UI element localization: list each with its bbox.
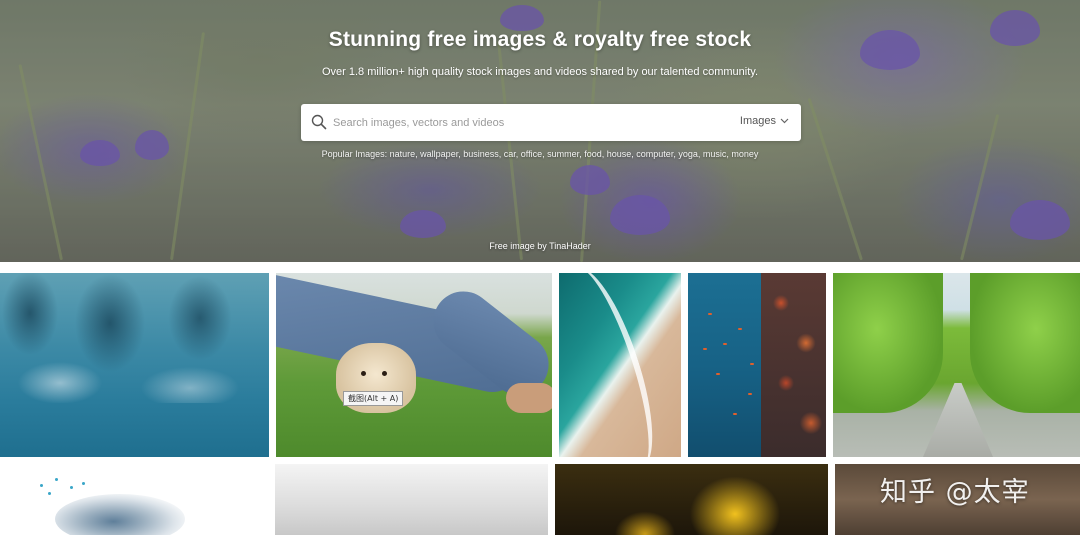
puppy-eye bbox=[361, 371, 366, 376]
tree-canopy bbox=[970, 273, 1080, 413]
wave-foam bbox=[559, 273, 670, 457]
tag-link[interactable]: wallpaper bbox=[420, 149, 458, 159]
tag-link[interactable]: business bbox=[463, 149, 499, 159]
tag-link[interactable]: food bbox=[584, 149, 602, 159]
foot bbox=[506, 383, 552, 413]
search-bar: Images bbox=[301, 104, 801, 141]
image-credit[interactable]: Free image by TinaHader bbox=[0, 241, 1080, 251]
zhihu-watermark: 知乎 @太宰 bbox=[880, 477, 1030, 508]
hero-banner: Stunning free images & royalty free stoc… bbox=[0, 0, 1080, 262]
tag-link[interactable]: music bbox=[703, 149, 727, 159]
image-tile-puppy[interactable]: 截图(Alt + A) bbox=[276, 273, 552, 457]
hero-title: Stunning free images & royalty free stoc… bbox=[328, 28, 752, 51]
chevron-down-icon bbox=[780, 118, 789, 124]
paint-splash bbox=[70, 486, 73, 489]
fish bbox=[750, 363, 754, 365]
paint-splash bbox=[48, 492, 51, 495]
popular-label: Popular Images: bbox=[321, 149, 388, 159]
paint-splash bbox=[40, 484, 43, 487]
media-type-dropdown[interactable]: Images bbox=[740, 115, 789, 127]
image-tile-reef[interactable] bbox=[688, 273, 826, 457]
pool-reflection bbox=[0, 273, 269, 403]
fish bbox=[733, 413, 737, 415]
tag-link[interactable]: car bbox=[504, 149, 516, 159]
paint-splash bbox=[82, 482, 85, 485]
tag-link[interactable]: computer bbox=[636, 149, 673, 159]
road bbox=[923, 383, 993, 457]
hero-subtitle: Over 1.8 million+ high quality stock ima… bbox=[321, 66, 759, 78]
fish bbox=[716, 373, 720, 375]
image-tile-road[interactable] bbox=[833, 273, 1080, 457]
fish bbox=[708, 313, 712, 315]
screenshot-tooltip: 截图(Alt + A) bbox=[343, 391, 404, 406]
puppy-eye bbox=[382, 371, 387, 376]
coral-wall bbox=[761, 273, 826, 457]
tree-canopy bbox=[833, 273, 943, 413]
search-input[interactable] bbox=[333, 112, 713, 133]
tag-link[interactable]: summer bbox=[547, 149, 579, 159]
tag-link[interactable]: house bbox=[607, 149, 632, 159]
fish bbox=[703, 348, 707, 350]
fish bbox=[738, 328, 742, 330]
image-tile-pool[interactable] bbox=[0, 273, 269, 457]
paint-splash bbox=[55, 478, 58, 481]
tag-link[interactable]: money bbox=[731, 149, 758, 159]
search-icon[interactable] bbox=[311, 114, 327, 130]
tag-link[interactable]: yoga bbox=[678, 149, 698, 159]
tag-link[interactable]: nature bbox=[390, 149, 416, 159]
fish bbox=[748, 393, 752, 395]
image-tile-eye[interactable] bbox=[0, 464, 269, 535]
tag-link[interactable]: office bbox=[521, 149, 542, 159]
image-tile-flower[interactable] bbox=[555, 464, 828, 535]
image-tile-mist[interactable] bbox=[275, 464, 548, 535]
eye bbox=[55, 494, 185, 535]
fish bbox=[723, 343, 727, 345]
media-type-label: Images bbox=[739, 115, 776, 127]
popular-tags: Popular Images: nature, wallpaper, busin… bbox=[321, 149, 759, 159]
image-tile-beach[interactable] bbox=[559, 273, 681, 457]
